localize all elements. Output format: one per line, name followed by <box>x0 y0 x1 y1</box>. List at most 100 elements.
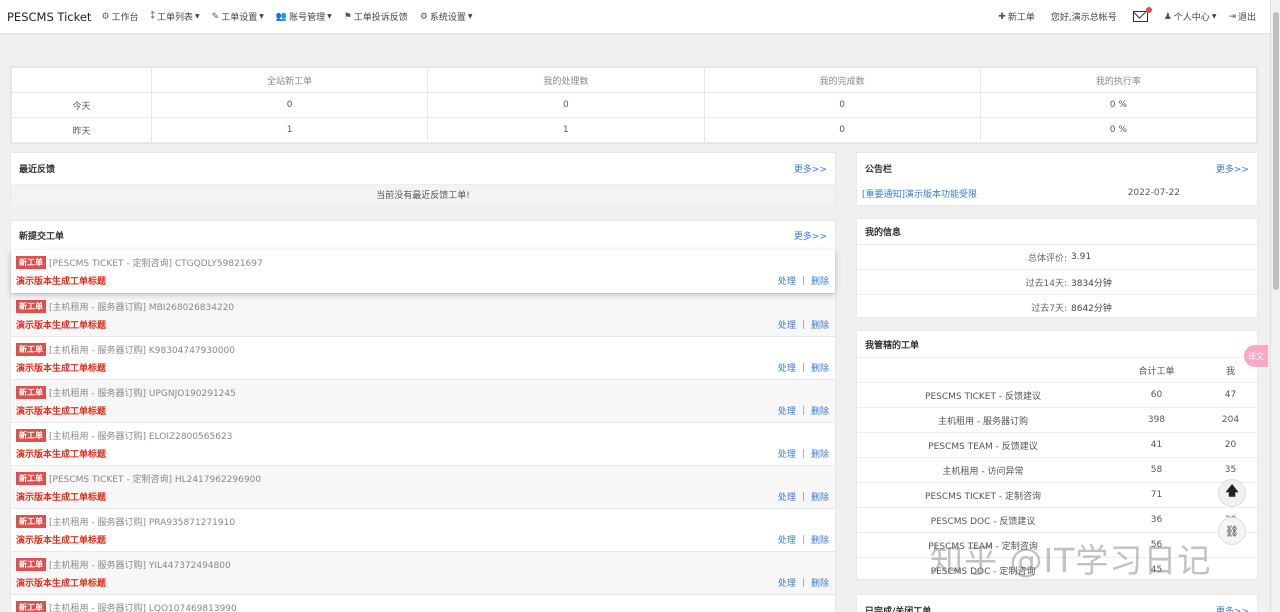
ticket-item[interactable]: 新工单 [主机租用 - 服务器订购] PRA935871271910 演示版本生成工… <box>11 508 835 551</box>
stats-cell: 0 <box>150 92 429 118</box>
managed-row: PESCMS TICKET - 定制咨询 71 <box>857 482 1257 508</box>
delete-link[interactable]: 删除 <box>811 274 829 287</box>
info-row: 过去14天: 3834分钟 <box>857 269 1257 294</box>
ticket-meta: [主机租用 - 服务器订购] LQO107469813990 <box>49 604 237 612</box>
stats-cell: 0 <box>703 117 981 143</box>
ticket-item[interactable]: 新工单 [主机租用 - 服务器订购] YIL447372494800 演示版本生成工… <box>11 551 835 594</box>
process-link[interactable]: 处理 <box>778 404 796 417</box>
stats-cell: 1 <box>150 117 429 143</box>
ticket-title[interactable]: 演示版本生成工单标题 <box>16 361 106 374</box>
new-tickets-panel: 新提交工单 更多>> 新工单 [PESCMS TICKET - 定制咨询] CTG… <box>10 220 836 612</box>
panel-title: 新提交工单 <box>19 232 65 242</box>
process-link[interactable]: 处理 <box>778 447 796 460</box>
watermark: 知乎 @IT学习日记 <box>930 541 1212 580</box>
process-link[interactable]: 处理 <box>778 490 796 503</box>
panel-title: 我的信息 <box>865 228 902 238</box>
caret-down-icon: ▼ <box>195 13 200 20</box>
stats-row: 今天 0 0 0 0 % <box>11 92 1258 118</box>
total-count: 36 <box>1109 507 1204 533</box>
delete-link[interactable]: 删除 <box>811 533 829 546</box>
nav-menu-5[interactable]: ⚙ 系统设置 ▼ <box>420 10 473 24</box>
my-count: 204 <box>1204 407 1257 433</box>
caret-down-icon: ▼ <box>327 13 332 20</box>
delete-link[interactable]: 删除 <box>811 576 829 589</box>
brand-logo[interactable]: PESCMS Ticket <box>7 10 91 24</box>
stats-header-cell: 我的执行率 <box>979 67 1258 93</box>
more-link[interactable]: 更多>> <box>794 162 827 175</box>
more-link[interactable]: 更多>> <box>1216 604 1249 612</box>
nav-label: 系统设置 <box>429 13 466 23</box>
separator: | <box>801 405 805 416</box>
new-ticket-badge: 新工单 <box>16 386 46 399</box>
info-row: 过去7天: 8642分钟 <box>857 294 1257 319</box>
total-count: 58 <box>1109 457 1204 483</box>
link-button[interactable]: ⛓ <box>1218 517 1246 545</box>
ticket-item[interactable]: 新工单 [主机租用 - 服务器订购] MBI268026834220 演示版本生成工… <box>11 293 835 336</box>
process-link[interactable]: 处理 <box>778 533 796 546</box>
separator: | <box>801 448 805 459</box>
separator: | <box>801 491 805 502</box>
nav-icon: ✎ <box>211 11 220 22</box>
delete-link[interactable]: 删除 <box>811 404 829 417</box>
info-row: 总体评价: 3.91 <box>857 244 1257 269</box>
info-value: 3.91 <box>1071 252 1092 262</box>
new-ticket-badge: 新工单 <box>16 256 46 269</box>
ticket-item[interactable]: 新工单[主机租用 - 服务器订购] LQO107469813990演示版本生成工… <box>11 594 835 612</box>
nav-menu-2[interactable]: ✎ 工单设置 ▼ <box>211 10 264 24</box>
delete-link[interactable]: 删除 <box>811 361 829 374</box>
closed-tickets-panel: 已完成/关闭工单 更多>> <box>856 594 1258 612</box>
user-icon: ♟ <box>1163 11 1172 22</box>
process-link[interactable]: 处理 <box>778 274 796 287</box>
process-link[interactable]: 处理 <box>778 318 796 331</box>
ticket-title[interactable]: 演示版本生成工单标题 <box>16 318 106 331</box>
ticket-title[interactable]: 演示版本生成工单标题 <box>16 576 106 589</box>
ticket-title[interactable]: 演示版本生成工单标题 <box>16 404 106 417</box>
translate-button[interactable]: 译文 <box>1244 345 1268 367</box>
nav-icon: ⁑ <box>150 11 156 22</box>
stats-header-cell: 我的完成数 <box>703 67 981 93</box>
ticket-title[interactable]: 演示版本生成工单标题 <box>16 447 106 460</box>
ticket-item[interactable]: 新工单 [主机租用 - 服务器订购] ELOIZ2800565623 演示版本生成工… <box>11 422 835 465</box>
managed-row: PESCMS TEAM - 反馈建议 41 20 <box>857 432 1257 458</box>
logout-link[interactable]: ⇥ 退出 <box>1228 10 1256 24</box>
ticket-meta: [PESCMS TICKET - 定制咨询] CTGQDLY59821697 <box>49 259 263 269</box>
ticket-title[interactable]: 演示版本生成工单标题 <box>16 490 106 503</box>
separator: | <box>801 577 805 588</box>
delete-link[interactable]: 删除 <box>811 318 829 331</box>
process-link[interactable]: 处理 <box>778 576 796 589</box>
new-ticket-badge: 新工单 <box>16 601 46 612</box>
group-name: 主机租用 - 服务器订购 <box>857 407 1109 433</box>
back-to-top-button[interactable]: 🡅 <box>1218 479 1246 507</box>
nav-menu-3[interactable]: 👥 账号管理 ▼ <box>276 10 332 24</box>
new-ticket-badge: 新工单 <box>16 472 46 485</box>
user-center-menu[interactable]: ♟ 个人中心 ▼ <box>1163 10 1217 24</box>
ticket-title[interactable]: 演示版本生成工单标题 <box>16 274 106 287</box>
stats-cell: 0 <box>427 92 705 118</box>
nav-menu-4[interactable]: ⚑ 工单投诉反馈 <box>344 10 408 24</box>
new-ticket-badge: 新工单 <box>16 300 46 313</box>
scrollbar-thumb[interactable] <box>1273 12 1279 290</box>
delete-link[interactable]: 删除 <box>811 447 829 460</box>
mail-icon[interactable] <box>1132 7 1152 22</box>
my-count: 20 <box>1204 432 1257 458</box>
new-ticket-link[interactable]: ✚ 新工单 <box>998 10 1035 24</box>
info-value: 8642分钟 <box>1071 303 1112 314</box>
ticket-item[interactable]: 新工单 [PESCMS TICKET - 定制咨询] HL241796229690… <box>11 465 835 508</box>
ticket-item[interactable]: 新工单 [PESCMS TICKET - 定制咨询] CTGQDLY5982169… <box>11 250 835 293</box>
group-name: PESCMS TICKET - 反馈建议 <box>857 382 1109 408</box>
notice-date: 2022-07-22 <box>1127 188 1180 198</box>
my-info-panel: 我的信息 总体评价: 3.91 过去14天: 3834分钟 过去7天: 8642分钟 <box>856 218 1258 318</box>
ticket-meta: [主机租用 - 服务器订购] MBI268026834220 <box>49 303 235 313</box>
more-link[interactable]: 更多>> <box>794 229 827 242</box>
nav-menu-1[interactable]: ⁑ 工单列表 ▼ <box>150 10 200 24</box>
ticket-item[interactable]: 新工单 [主机租用 - 服务器订购] UPGNJO190291245 演示版本生成工… <box>11 379 835 422</box>
ticket-title[interactable]: 演示版本生成工单标题 <box>16 533 106 546</box>
ticket-item[interactable]: 新工单 [主机租用 - 服务器订购] K98304747930000 演示版本生成工… <box>11 336 835 379</box>
page-scrollbar[interactable] <box>1270 0 1280 612</box>
more-link[interactable]: 更多>> <box>1216 162 1249 175</box>
delete-link[interactable]: 删除 <box>811 490 829 503</box>
stats-cell: 0 % <box>979 117 1258 143</box>
nav-menu-0[interactable]: ⚙ 工作台 <box>101 10 138 24</box>
process-link[interactable]: 处理 <box>778 361 796 374</box>
notice-link[interactable]: [重要通知]演示版本功能受限 <box>862 187 977 200</box>
